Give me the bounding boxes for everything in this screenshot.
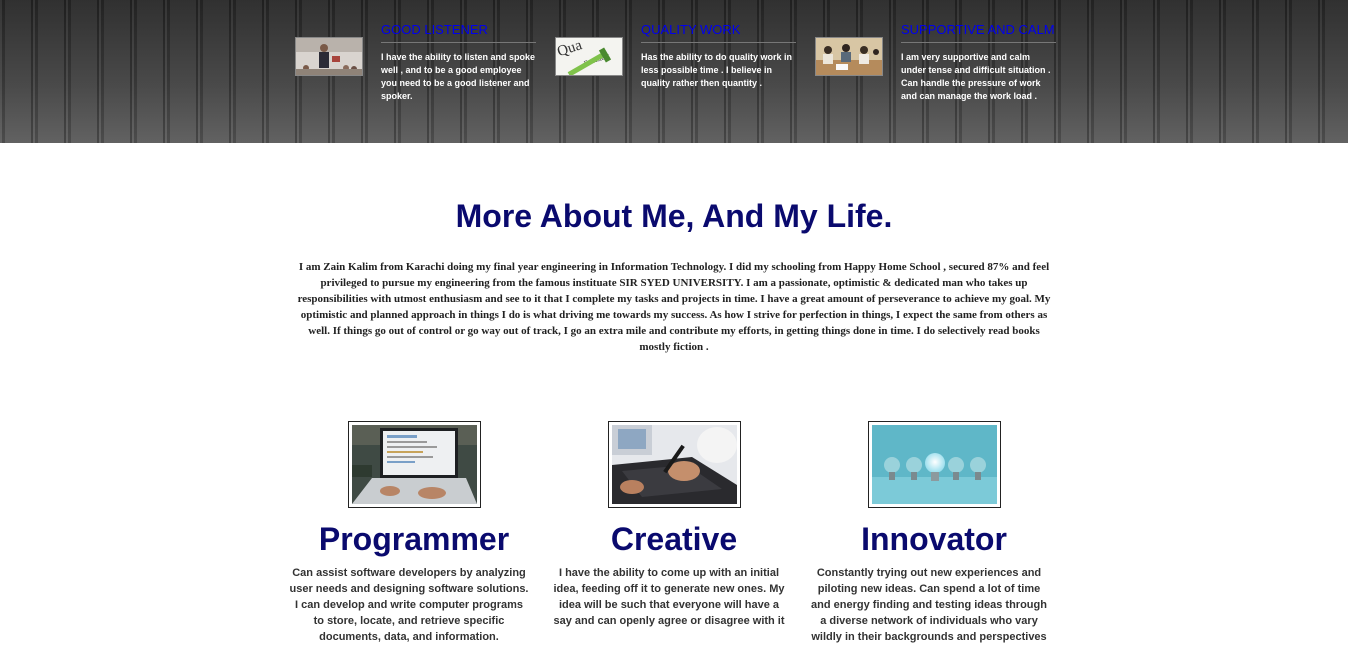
light-bulbs-photo-icon (872, 425, 997, 504)
trait-description: Has the ability to do quality work in le… (641, 52, 793, 88)
skill-image-frame (868, 421, 1001, 508)
speaker-photo-icon (295, 37, 363, 76)
skill-name: Programmer (318, 521, 510, 557)
skill-description: I have the ability to come up with an in… (553, 567, 785, 627)
team-meeting-photo-icon (815, 37, 883, 76)
quality-excellent-photo-icon: Qua Excellent (555, 37, 623, 76)
traits-band: GOOD LISTENER I have the ability to list… (0, 0, 1348, 143)
skill-image-frame (348, 421, 481, 508)
laptop-code-photo-icon (352, 425, 477, 504)
trait-title: GOOD LISTENER (381, 22, 536, 43)
trait-description: I am very supportive and calm under tens… (901, 52, 1051, 101)
skill-image-frame (608, 421, 741, 508)
skill-name: Creative (610, 521, 738, 557)
trait-description: I have the ability to listen and spoke w… (381, 52, 536, 101)
drawing-tablet-photo-icon (612, 425, 737, 504)
trait-title: QUALITY WORK (641, 22, 796, 43)
about-heading: More About Me, And My Life. (455, 198, 893, 234)
skill-description: Can assist software developers by analyz… (289, 567, 529, 643)
skill-description: Constantly trying out new experiences an… (811, 567, 1047, 643)
skill-name: Innovator (861, 521, 1007, 557)
trait-title: SUPPORTIVE AND CALM (901, 22, 1056, 43)
about-text: I am Zain Kalim from Karachi doing my fi… (297, 261, 1051, 353)
